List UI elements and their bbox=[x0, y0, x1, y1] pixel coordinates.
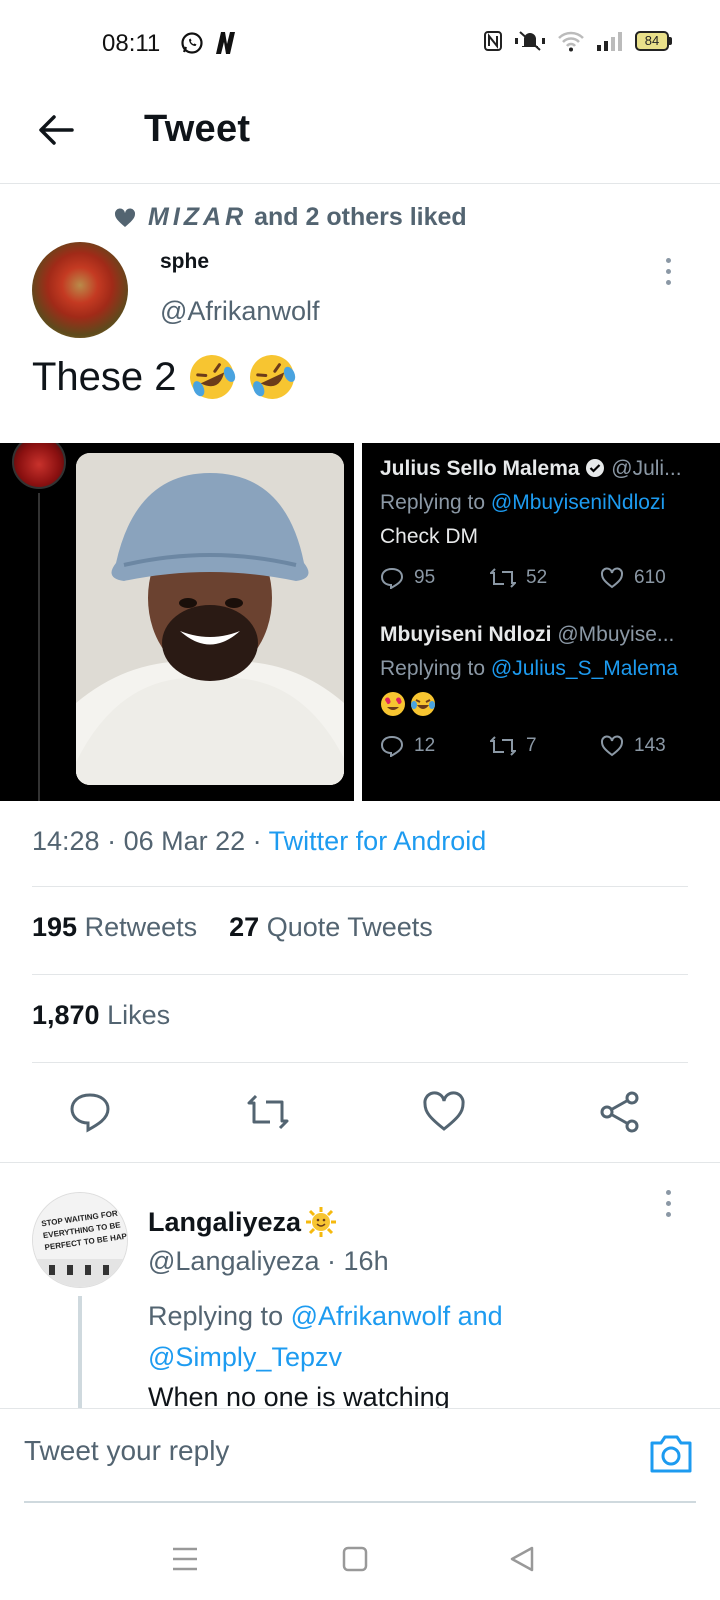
media-avatar bbox=[12, 443, 66, 489]
page-title: Tweet bbox=[144, 108, 251, 150]
heart-filled-icon bbox=[114, 207, 136, 227]
system-navigation-bar bbox=[0, 1504, 720, 1600]
embedded-actions: 95 52 610 bbox=[380, 567, 710, 589]
tweet-timestamp: 14:28 · 06 Mar 22 · Twitter for Android bbox=[32, 826, 487, 856]
tears-of-joy-emoji-icon bbox=[411, 692, 435, 716]
retweets-count[interactable]: 195 Retweets bbox=[32, 912, 197, 943]
tweet-text: These 2 bbox=[32, 352, 297, 402]
reply-composer: Tweet your reply bbox=[0, 1408, 720, 1503]
reply-replying-to: Replying to @Afrikanwolf and @Simply_Tep… bbox=[148, 1301, 503, 1372]
reply-author-name[interactable]: Langaliyeza bbox=[148, 1206, 337, 1238]
retweet-icon bbox=[490, 568, 516, 588]
embedded-author-line: Mbuyiseni Ndlozi @Mbuyise... bbox=[380, 623, 675, 646]
embedded-replying-to: Replying to @Julius_S_Malema bbox=[380, 657, 678, 680]
media-image-left[interactable] bbox=[0, 443, 354, 801]
menu-icon[interactable] bbox=[170, 1544, 200, 1574]
embedded-text: Check DM bbox=[380, 525, 479, 548]
likes-stats: 1,870 Likes bbox=[32, 986, 170, 1044]
mute-icon bbox=[515, 31, 545, 51]
reply-avatar[interactable]: STOP WAITING FOR EVERYTHING TO BE PERFEC… bbox=[32, 1192, 128, 1288]
reply-thread-line bbox=[78, 1296, 82, 1410]
battery-icon: 84 bbox=[635, 31, 672, 51]
camera-icon[interactable] bbox=[648, 1433, 694, 1475]
mention-link[interactable]: @Afrikanwolf bbox=[291, 1301, 450, 1331]
embedded-tweet-2: Mbuyiseni Ndlozi @Mbuyise... Replying to… bbox=[380, 623, 710, 757]
battery-level: 84 bbox=[635, 31, 669, 51]
retweet-icon bbox=[490, 736, 516, 756]
reply-more-options-icon[interactable] bbox=[662, 1190, 674, 1220]
sun-emoji-icon bbox=[306, 1207, 337, 1237]
home-square-icon[interactable] bbox=[340, 1544, 370, 1574]
header: Tweet bbox=[0, 92, 720, 184]
mention-link[interactable]: @Simply_Tepzv bbox=[148, 1342, 342, 1372]
verified-badge-icon bbox=[586, 459, 605, 477]
thread-line bbox=[38, 493, 40, 801]
embedded-author-line: Julius Sello Malema @Juli... bbox=[380, 457, 682, 480]
like-heart-icon[interactable] bbox=[422, 1090, 466, 1134]
reply-input[interactable]: Tweet your reply bbox=[24, 1435, 229, 1467]
social-context[interactable]: MIZAR and 2 others liked bbox=[114, 203, 467, 232]
nfc-icon bbox=[484, 31, 502, 51]
wifi-icon bbox=[558, 31, 584, 52]
share-icon[interactable] bbox=[598, 1090, 642, 1134]
status-left-icons bbox=[180, 30, 238, 56]
retweet-icon[interactable] bbox=[246, 1090, 290, 1134]
retweet-stats: 195 Retweets 27 Quote Tweets bbox=[32, 898, 433, 956]
photo-man-bucket-hat bbox=[76, 453, 344, 785]
tweet-source-link[interactable]: Twitter for Android bbox=[269, 826, 487, 856]
whatsapp-icon bbox=[181, 32, 203, 54]
reply-icon bbox=[380, 567, 404, 589]
reply-icon bbox=[380, 735, 404, 757]
status-right-icons: 84 bbox=[483, 30, 672, 52]
quote-tweets-count[interactable]: 27 Quote Tweets bbox=[229, 912, 433, 943]
reply-icon[interactable] bbox=[68, 1090, 112, 1134]
social-context-user: MIZAR and 2 others liked bbox=[148, 203, 467, 231]
embedded-actions: 12 7 143 bbox=[380, 735, 710, 757]
heart-icon bbox=[601, 567, 623, 589]
reply-text: When no one is watching bbox=[148, 1382, 450, 1410]
embedded-tweet-1: Julius Sello Malema @Juli... Replying to… bbox=[380, 457, 710, 589]
likes-count[interactable]: 1,870 Likes bbox=[32, 1000, 170, 1031]
author-name[interactable]: sphe bbox=[160, 250, 209, 274]
embedded-replying-to: Replying to @MbuyiseniNdlozi bbox=[380, 491, 666, 514]
status-bar: 08:11 84 bbox=[0, 0, 720, 92]
n-app-icon bbox=[216, 32, 235, 54]
tweet-text-content: These 2 bbox=[32, 354, 177, 399]
more-options-icon[interactable] bbox=[662, 258, 674, 288]
status-time: 08:11 bbox=[102, 30, 161, 57]
reply-author-handle: @Langaliyeza · 16h bbox=[148, 1246, 389, 1276]
laughing-emoji-icon bbox=[249, 355, 295, 399]
author-handle[interactable]: @Afrikanwolf bbox=[160, 296, 319, 327]
back-triangle-icon[interactable] bbox=[508, 1544, 538, 1574]
embedded-emoji bbox=[380, 691, 710, 717]
media-image-right[interactable]: Julius Sello Malema @Juli... Replying to… bbox=[362, 443, 720, 801]
heart-eyes-emoji-icon bbox=[381, 692, 405, 716]
signal-icon bbox=[597, 32, 622, 51]
heart-icon bbox=[601, 735, 623, 757]
avatar[interactable] bbox=[32, 242, 128, 338]
laughing-emoji-icon bbox=[189, 355, 235, 399]
arrow-left-icon[interactable] bbox=[36, 110, 76, 150]
tweet-actions bbox=[0, 1080, 720, 1160]
